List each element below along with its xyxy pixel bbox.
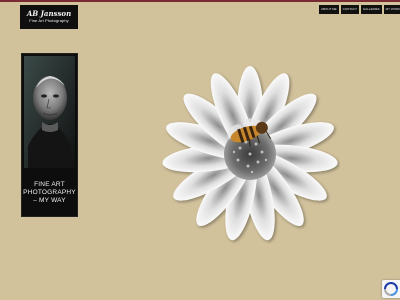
site-logo[interactable]: AB Jansson Fine Art Photography <box>20 5 78 29</box>
portrait-image <box>24 56 75 168</box>
flower-with-bee-image <box>162 66 338 241</box>
logo-tagline: Fine Art Photography <box>29 18 69 23</box>
nav-item-contact[interactable]: CONTACT <box>340 5 359 14</box>
logo-name: AB Jansson <box>26 9 72 18</box>
nav-item-galleries[interactable]: GALLERIES <box>360 5 382 14</box>
nav-item-about[interactable]: ABOUT ME <box>319 5 339 14</box>
sidebar-tagline: FINE ART PHOTOGRAPHY – MY WAY <box>23 181 76 204</box>
sidebar-card: FINE ART PHOTOGRAPHY – MY WAY <box>21 53 78 217</box>
hero-flower-image <box>160 64 340 244</box>
nav-item-my-work-info[interactable]: MY WORK INFO <box>383 5 400 14</box>
portrait-photo[interactable] <box>24 56 75 168</box>
recaptcha-badge[interactable] <box>382 280 400 298</box>
header-rule <box>0 0 400 2</box>
main-nav: ABOUT ME CONTACT GALLERIES MY WORK INFO <box>319 5 400 14</box>
recaptcha-icon <box>384 282 398 296</box>
